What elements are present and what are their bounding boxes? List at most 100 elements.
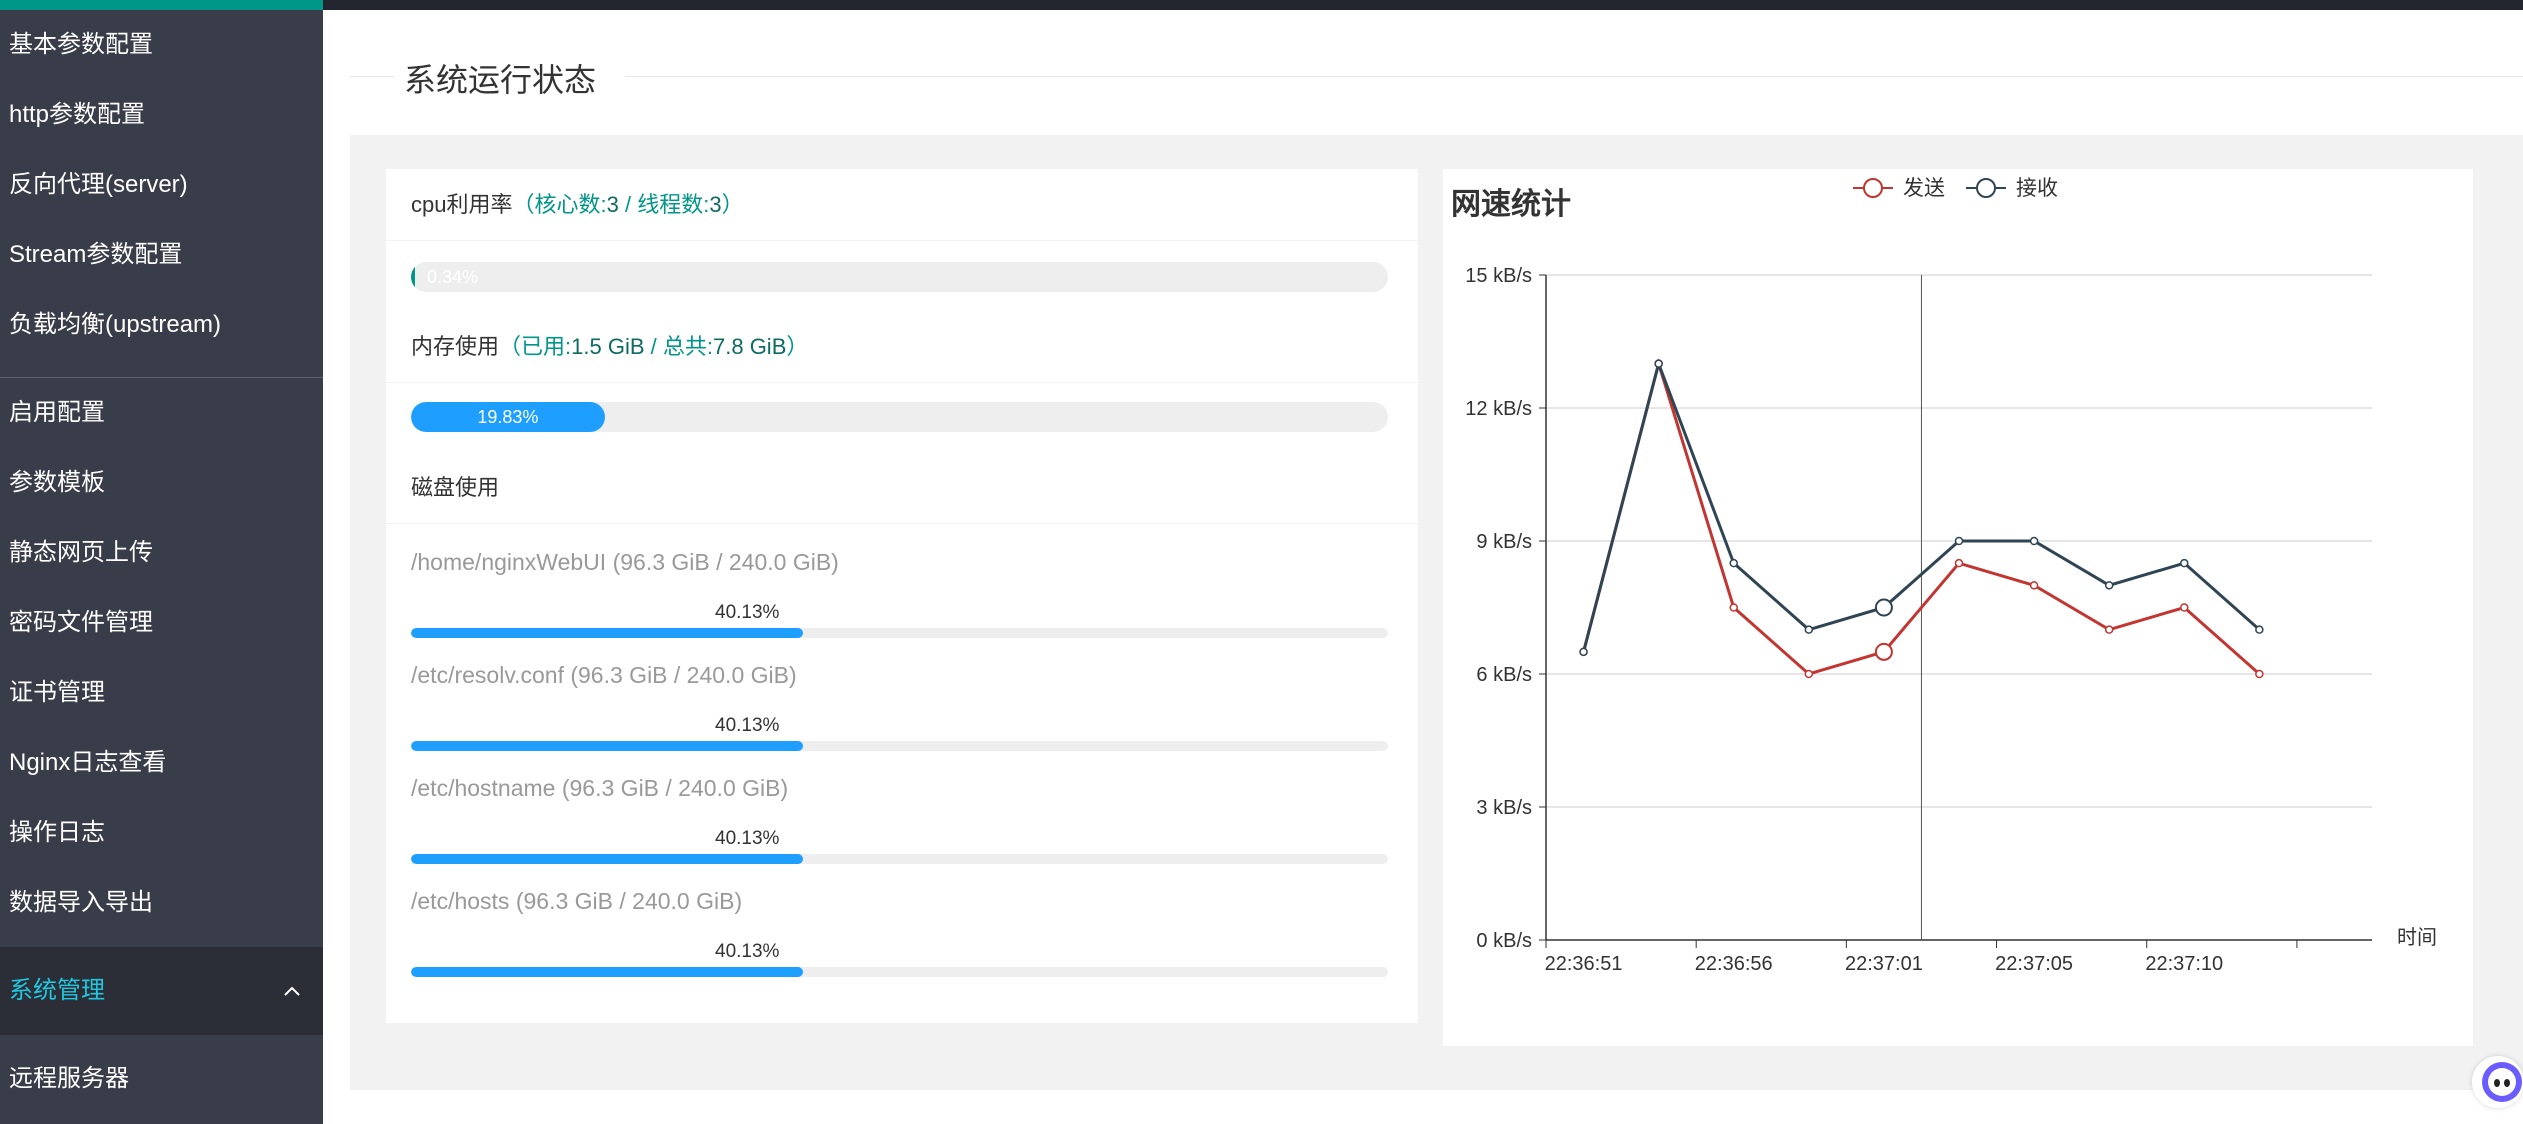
data-point	[1654, 359, 1663, 368]
data-point	[1579, 647, 1588, 657]
disk-item-percent: 40.13%	[715, 715, 780, 736]
memory-total-label: 总共:	[662, 334, 713, 359]
memory-open-paren: （	[499, 334, 522, 359]
memory-sep: /	[644, 334, 663, 359]
cpu-threads-value: 3	[709, 192, 722, 217]
y-tick-label: 9 kB/s	[1476, 531, 1532, 553]
disk-item-percent: 40.13%	[715, 828, 780, 849]
memory-total-value: 7.8 GiB	[713, 334, 787, 359]
x-tick-label: 22:36:51	[1545, 953, 1623, 975]
page-title: 系统运行状态	[404, 62, 597, 98]
top-header-bar	[0, 0, 2523, 10]
disk-item-bar	[411, 741, 1388, 751]
bot-face-icon	[2482, 1062, 2522, 1102]
disk-item-percent: 40.13%	[715, 602, 780, 623]
data-point	[1954, 558, 1964, 568]
data-point	[2029, 581, 2039, 590]
disk-item-path: /etc/hostname (96.3 GiB / 240.0 GiB)	[411, 775, 789, 801]
sidebar-item-remote-servers[interactable]: 远程服务器	[0, 1044, 323, 1114]
memory-used-value: 1.5 GiB	[571, 334, 645, 359]
cpu-threads-label: 线程数:	[637, 192, 710, 217]
x-axis-label: 时间	[2397, 926, 2437, 949]
sidebar-item-param-template[interactable]: 参数模板	[0, 448, 323, 518]
sidebar-item-enable-config[interactable]: 启用配置	[0, 378, 323, 448]
data-point	[1729, 603, 1738, 612]
sidebar-item-stream-params[interactable]: Stream参数配置	[0, 220, 323, 290]
sidebar-group-label: 系统管理	[9, 977, 105, 1004]
disk-item-fill	[411, 854, 804, 864]
sidebar-item-static-upload[interactable]: 静态网页上传	[0, 518, 323, 588]
disk-item-fill	[411, 741, 804, 751]
sidebar-item-basic-params[interactable]: 基本参数配置	[0, 10, 323, 80]
legend-marker	[1863, 178, 1883, 198]
x-tick-label: 22:37:05	[1995, 953, 2073, 975]
cpu-progress-fill	[411, 262, 415, 292]
sidebar-item-upstream[interactable]: 负载均衡(upstream)	[0, 290, 323, 360]
memory-progress-bar: 19.83%	[411, 402, 1388, 432]
disk-item-bar	[411, 854, 1388, 864]
x-tick-label: 22:37:01	[1845, 953, 1923, 975]
disk-item-path: /home/nginxWebUI (96.3 GiB / 240.0 GiB)	[411, 549, 839, 575]
data-point	[2029, 536, 2039, 546]
title-rule-right	[625, 76, 2523, 77]
y-tick-label: 12 kB/s	[1465, 398, 1532, 420]
assistant-bot-icon[interactable]	[2472, 1056, 2523, 1108]
disk-item-bar	[411, 628, 1388, 638]
data-point	[1804, 669, 1814, 679]
disk-item-fill	[411, 628, 804, 638]
data-point	[1874, 642, 1893, 661]
main-content: 系统运行状态 cpu利用率（核心数:3 / 线程数:3） 0.34% 内存使用（…	[323, 10, 2523, 1124]
memory-close-paren: ）	[786, 334, 809, 359]
cpu-open-paren: （	[512, 192, 535, 217]
cpu-header: cpu利用率（核心数:3 / 线程数:3）	[386, 169, 1418, 241]
data-point	[2255, 669, 2264, 679]
sidebar-item-certificates[interactable]: 证书管理	[0, 658, 323, 728]
sidebar-item-data-import-export[interactable]: 数据导入导出	[0, 868, 323, 938]
cpu-progress-bar: 0.34%	[411, 262, 1388, 292]
data-point	[1874, 598, 1893, 617]
sidebar-item-operation-logs[interactable]: 操作日志	[0, 798, 323, 868]
disk-label: 磁盘使用	[411, 475, 500, 500]
cpu-sep: /	[618, 192, 638, 217]
disk-header: 磁盘使用	[386, 452, 1418, 524]
title-rule-left	[350, 76, 394, 77]
disk-item-fill	[411, 967, 804, 977]
sidebar-item-reverse-proxy[interactable]: 反向代理(server)	[0, 150, 323, 220]
memory-label: 内存使用	[411, 334, 500, 359]
y-tick-label: 0 kB/s	[1476, 930, 1532, 952]
data-point	[2180, 558, 2189, 568]
x-tick-label: 22:37:10	[2145, 953, 2223, 975]
cpu-progress-text: 0.34%	[427, 267, 479, 287]
disk-item-path: /etc/hosts (96.3 GiB / 240.0 GiB)	[411, 888, 743, 914]
legend-marker	[1976, 178, 1996, 198]
memory-header: 内存使用（已用:1.5 GiB / 总共:7.8 GiB）	[386, 311, 1418, 383]
sidebar: 基本参数配置 http参数配置 反向代理(server) Stream参数配置 …	[0, 10, 323, 1124]
cpu-cores-value: 3	[606, 192, 619, 217]
cpu-close-paren: ）	[721, 192, 744, 217]
memory-progress-fill: 19.83%	[411, 402, 605, 432]
sidebar-item-nginx-logs[interactable]: Nginx日志查看	[0, 728, 323, 798]
y-tick-label: 15 kB/s	[1465, 265, 1532, 287]
y-tick-label: 3 kB/s	[1476, 797, 1532, 819]
data-point	[2104, 581, 2114, 590]
data-point	[1804, 625, 1814, 634]
network-speed-card: 网速统计 0 kB/s 3 kB/s 6 kB/s 9 kB/s 12 kB/s 15 k…	[1443, 169, 2473, 1046]
cpu-label: cpu利用率	[411, 192, 513, 217]
header-accent	[0, 0, 323, 10]
sidebar-group-system-management[interactable]: 系统管理	[0, 947, 323, 1035]
data-point	[1729, 558, 1738, 568]
data-point	[2104, 625, 2114, 634]
legend-label: 发送	[1903, 177, 1945, 200]
x-tick-label: 22:36:56	[1695, 953, 1773, 975]
disk-item-percent: 40.13%	[715, 941, 780, 962]
cpu-cores-label: 核心数:	[534, 192, 607, 217]
chevron-up-icon	[284, 986, 300, 996]
network-speed-chart[interactable]: 0 kB/s 3 kB/s 6 kB/s 9 kB/s 12 kB/s 15 kB/s 22…	[1443, 169, 2473, 1046]
disk-item-bar	[411, 967, 1388, 977]
legend-label: 接收	[2016, 177, 2058, 200]
sidebar-item-password-files[interactable]: 密码文件管理	[0, 588, 323, 658]
data-point	[2255, 625, 2264, 634]
data-point	[1954, 536, 1964, 546]
disk-item-path: /etc/resolv.conf (96.3 GiB / 240.0 GiB)	[411, 662, 797, 688]
sidebar-item-http-params[interactable]: http参数配置	[0, 80, 323, 150]
